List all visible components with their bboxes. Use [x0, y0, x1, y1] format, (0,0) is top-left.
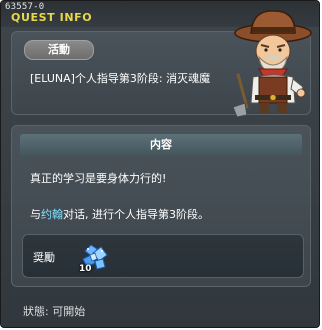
quest-status: 狀態: 可開始	[23, 305, 86, 318]
content-line-2-prefix: 与	[30, 208, 41, 221]
reward-label: 奨勵	[33, 251, 55, 264]
quest-name: [ELUNA]个人指导第3阶段: 消灭魂魔	[30, 72, 211, 85]
reward-item-slot[interactable]: 10	[77, 241, 111, 274]
content-header: 内容	[20, 134, 302, 156]
reward-quantity: 10	[79, 264, 92, 274]
window-title: QUEST INFO	[11, 11, 93, 24]
content-line-1: 真正的学习是要身体力行的!	[30, 172, 167, 185]
npc-name-link: 约翰	[41, 208, 63, 221]
cowboy-npc-icon	[232, 10, 312, 118]
content-panel: 内容 真正的学习是要身体力行的! 与约翰对话, 进行个人指导第3阶段。 奨勵 1…	[11, 125, 311, 287]
content-line-2-suffix: 对话, 进行个人指导第3阶段。	[63, 208, 209, 221]
cowboy-npc-portrait	[229, 3, 321, 119]
activity-badge: 活動	[24, 40, 94, 60]
reward-box: 奨勵 10	[22, 234, 304, 278]
content-line-2: 与约翰对话, 进行个人指导第3阶段。	[30, 206, 209, 222]
quest-info-window: 63557-0 QUEST INFO 活動 [ELUNA]个人指导第3阶段: 消…	[0, 0, 320, 328]
